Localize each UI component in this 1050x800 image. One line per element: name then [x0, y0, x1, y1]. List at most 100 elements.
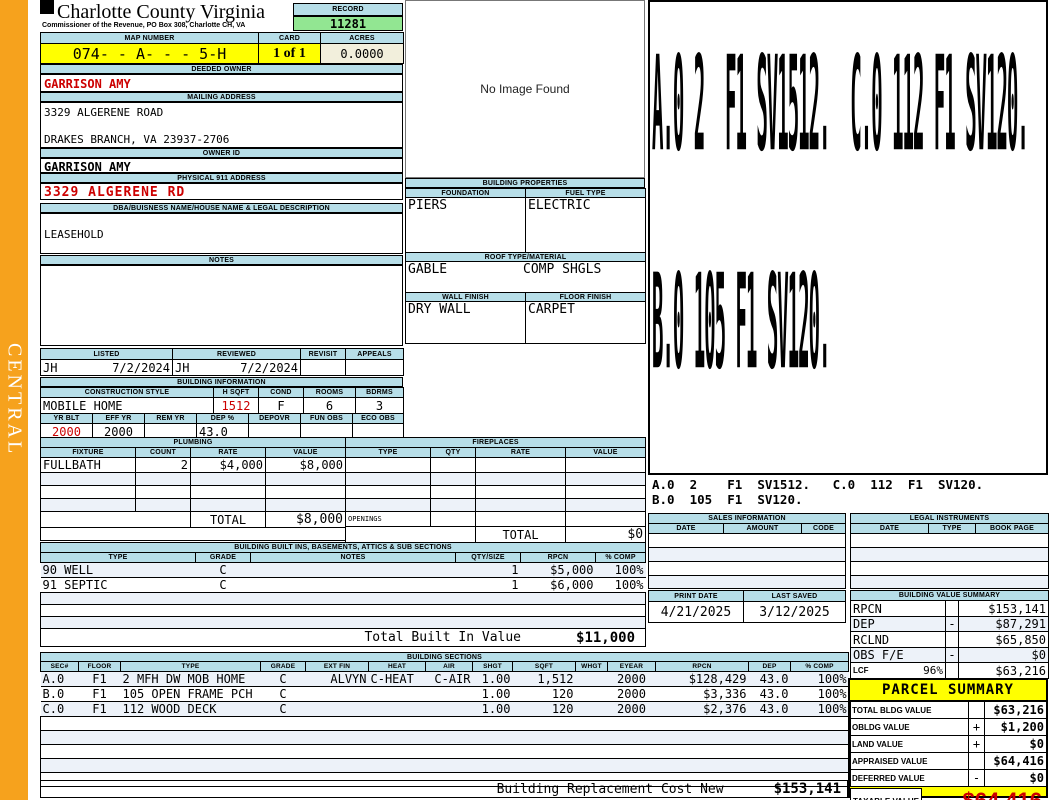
plumbing-total-value: $8,000: [265, 511, 346, 528]
map-number-table: MAP NUMBER CARD ACRES 074- - A- - - 5-H …: [40, 32, 404, 64]
bs-dep: 43.0: [748, 686, 791, 702]
appeals-label: APPEALS: [345, 348, 404, 360]
bs-h-floor: FLOOR: [78, 661, 121, 672]
ps-sign: [968, 752, 985, 770]
value-summary-row: LCF 96% $63,216: [850, 662, 1049, 679]
replacement-cost-value: $153,141: [773, 781, 841, 797]
roof-value-cell: GABLE COMP SHGLS: [405, 261, 646, 293]
parcel-row: OBLDG VALUE + $1,200: [850, 718, 1047, 736]
fireplaces-total-label: TOTAL: [475, 526, 566, 543]
bs-rpcn: $3,336: [655, 686, 749, 702]
vs-label: DEP: [850, 616, 946, 632]
cond-value: F: [258, 397, 304, 414]
empty-row: [849, 533, 1050, 548]
floor-value: CARPET: [525, 301, 646, 344]
taxable-value-label: TAXABLE VALUE: [850, 788, 922, 800]
bs-h-shgt: SHGT: [472, 661, 513, 672]
fireplaces-h-type: TYPE: [345, 447, 431, 458]
owner-id-label: OWNER ID: [40, 148, 403, 158]
card-label: CARD: [258, 32, 321, 44]
built-ins-h-comp: % COMP: [594, 552, 647, 563]
wall-label: WALL FINISH: [405, 292, 526, 302]
empty-row: [849, 575, 1050, 589]
building-properties-table: FOUNDATION FUEL TYPE PIERS ELECTRIC ROOF…: [405, 188, 646, 344]
foundation-label: FOUNDATION: [405, 188, 526, 198]
ps-label: APPRAISED VALUE: [850, 752, 969, 770]
hsqft-value: 1512: [213, 397, 259, 414]
bs-rpcn: $2,376: [655, 701, 749, 717]
bi-grade: C: [195, 577, 251, 593]
roof-material-value: COMP SHGLS: [523, 262, 602, 278]
mailing-line1: 3329 ALGERENE ROAD: [44, 106, 164, 119]
map-number-value: 074- - A- - - 5-H: [40, 43, 259, 64]
fuel-value: ELECTRIC: [525, 197, 646, 253]
vs-sign: [945, 662, 959, 679]
last-saved-label: LAST SAVED: [743, 590, 846, 602]
fireplaces-title: FIREPLACES: [344, 437, 647, 448]
mailing-line2: DRAKES BRANCH, VA 23937-2706: [44, 133, 230, 146]
ps-label: DEFERRED VALUE: [850, 769, 969, 787]
corner-mark: [40, 0, 54, 14]
empty-row: [39, 604, 647, 617]
ps-sign: +: [968, 735, 985, 753]
deeded-owner-label: DEEDED OWNER: [40, 64, 403, 74]
fireplaces-total-row: TOTAL $0: [345, 526, 647, 543]
ps-value: $0: [984, 735, 1047, 753]
reviewed-by: JH: [175, 360, 190, 375]
replacement-cost-label: Building Replacement Cost New: [496, 781, 724, 797]
dba-value: LEASEHOLD: [44, 228, 104, 241]
parcel-summary-title: PARCEL SUMMARY: [850, 680, 1046, 701]
sketch-stretched-line1: A.0 2 F1 SV1512. C.0 112 F1 SV120.: [652, 32, 1029, 184]
bs-rpcn: $128,429: [655, 671, 749, 687]
bdrms-label: BDRMS: [355, 387, 404, 398]
bs-dep: 43.0: [748, 671, 791, 687]
empty-row: [345, 457, 647, 473]
built-ins-h-grade: GRADE: [195, 552, 251, 563]
effyr-label: EFF YR: [92, 413, 145, 424]
dep-label: DEP %: [196, 413, 249, 424]
last-saved-value: 3/12/2025: [743, 601, 846, 623]
bi-qty: 1: [455, 562, 521, 578]
built-ins-table: BUILDING BUILT INS, BASEMENTS, ATTICS & …: [39, 542, 647, 647]
plumbing-h-count: COUNT: [135, 447, 191, 458]
remyr-label: REM YR: [144, 413, 197, 424]
bs-type: 112 WOOD DECK: [120, 701, 261, 717]
bs-sec: C.0: [40, 701, 79, 717]
bs-type: 2 MFH DW MOB HOME: [120, 671, 261, 687]
legal-h-bookpage: BOOK PAGE: [974, 523, 1050, 534]
empty-row: [40, 527, 346, 541]
region-label: CENTRAL: [3, 343, 26, 457]
bs-h-extfin: EXT FIN: [305, 661, 369, 672]
bi-notes: [250, 562, 456, 578]
plumbing-h-fixture: FIXTURE: [40, 447, 136, 458]
bs-h-air: AIR: [425, 661, 473, 672]
vs-value: $65,850: [958, 631, 1049, 648]
empty-row: [39, 616, 647, 629]
vs-label: OBS F/E: [850, 647, 946, 663]
fireplaces-h-qty: QTY: [430, 447, 476, 458]
bdrms-value: 3: [355, 397, 404, 414]
plumbing-title: PLUMBING: [40, 437, 346, 448]
replacement-cost-row: Building Replacement Cost New $153,141: [40, 780, 848, 798]
bs-sec: A.0: [40, 671, 79, 687]
legal-h-date: DATE: [850, 523, 929, 534]
county-subtitle: Commissioner of the Revenue, PO Box 308,…: [42, 22, 246, 29]
hsqft-label: H SQFT: [213, 387, 259, 398]
plumbing-row: FULLBATH 2 $4,000 $8,000: [40, 457, 346, 473]
notes-box: [40, 265, 403, 346]
roof-label: ROOF TYPE/MATERIAL: [405, 252, 646, 262]
bs-h-eyear: EYEAR: [607, 661, 656, 672]
bi-comp: 100%: [595, 577, 646, 593]
bs-grade: C: [260, 671, 306, 687]
style-label: CONSTRUCTION STYLE: [40, 387, 214, 398]
empty-row: [39, 744, 850, 759]
listed-by: JH: [43, 360, 58, 375]
value-summary-title: BUILDING VALUE SUMMARY: [850, 590, 1049, 601]
building-section-row: B.0 F1 105 OPEN FRAME PCH C 1.00 120 200…: [40, 686, 849, 702]
empty-row: [39, 716, 850, 731]
sketch-canvas: A.0 2 F1 SV1512. C.0 112 F1 SV120. B.0 1…: [648, 0, 1048, 475]
count-value: 2: [135, 457, 191, 473]
reviewed-label: REVIEWED: [172, 348, 301, 360]
parcel-row: APPRAISED VALUE $64,416: [850, 752, 1047, 770]
print-date-label: PRINT DATE: [648, 590, 744, 602]
